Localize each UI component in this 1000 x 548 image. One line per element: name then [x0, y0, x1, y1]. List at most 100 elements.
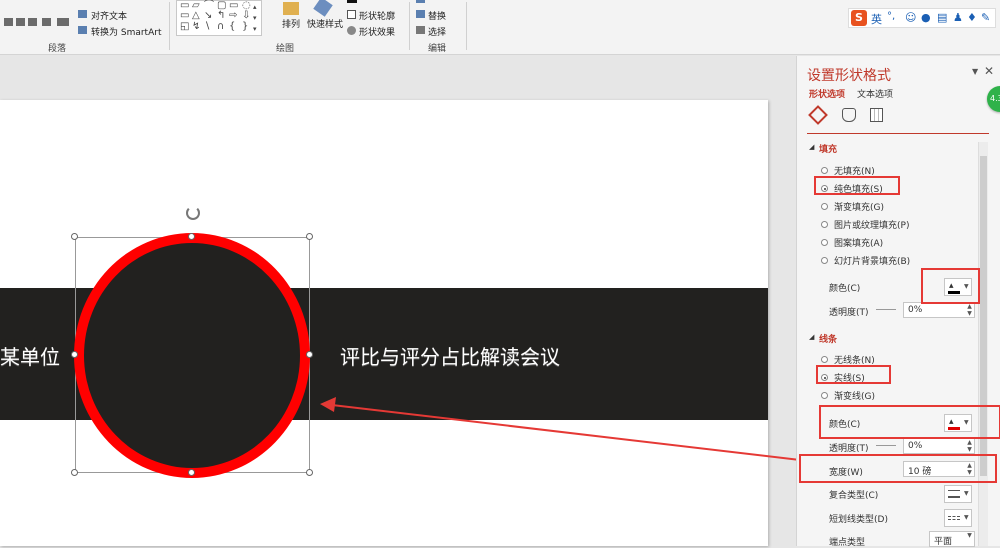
fill-transparency-slider[interactable] — [876, 309, 896, 310]
fill-line-icon[interactable] — [808, 105, 828, 125]
resize-handle-bottom-right[interactable] — [306, 469, 313, 476]
paragraph-group-label: 段落 — [48, 44, 67, 54]
close-icon[interactable]: ✕ — [984, 64, 994, 78]
skin-icon[interactable]: ♦ — [967, 11, 977, 24]
fill-radio-5[interactable] — [821, 257, 828, 264]
fill-option-pattern[interactable]: 图案填充(A) — [834, 236, 883, 249]
line-section-heading[interactable]: 线条 — [819, 332, 837, 345]
spinner-icon[interactable]: ▲ ▼ — [965, 303, 974, 317]
align-center-icon[interactable] — [16, 18, 25, 26]
rotate-handle-icon[interactable] — [186, 206, 200, 220]
pane-divider — [807, 133, 989, 134]
highlight-solid-fill — [814, 176, 900, 195]
highlight-fill-color — [921, 268, 980, 304]
resize-handle-top-left[interactable] — [71, 233, 78, 240]
tools-icon[interactable]: ✎ — [981, 11, 990, 24]
fill-option-picture[interactable]: 图片或纹理填充(P) — [834, 218, 909, 231]
pane-options-chevron-icon[interactable]: ▼ — [972, 67, 978, 76]
shape-effects-icon[interactable] — [347, 26, 356, 35]
ribbon: 对齐文本 转换为 SmartArt 段落 ▭ ▱ ⌒ ▢ ▭ ◌ ▭ △ ↘ ↰ ⇨ ⇩ ◱ ↯ ∖ ∩{… — [0, 0, 1000, 55]
fill-radio-4[interactable] — [821, 239, 828, 246]
circle-shape[interactable] — [74, 233, 310, 478]
convert-smartart-button[interactable]: 转换为 SmartArt — [91, 25, 161, 38]
quick-styles-button[interactable]: 快速样式 — [307, 17, 343, 30]
shapes-gallery[interactable]: ▭ ▱ ⌒ ▢ ▭ ◌ ▭ △ ↘ ↰ ⇨ ⇩ ◱ ↯ ∖ ∩{} ▴ ▾ ▾ — [176, 0, 262, 36]
editing-group-label: 编辑 — [428, 44, 447, 54]
pane-scrollbar[interactable] — [978, 142, 988, 546]
compound-type-label: 复合类型(C) — [829, 491, 879, 501]
line-transparency-input[interactable]: 0% ▲ ▼ — [903, 438, 975, 454]
line-radio-2[interactable] — [821, 392, 828, 399]
resize-handle-left[interactable] — [71, 351, 78, 358]
cap-type-dropdown[interactable]: 平面 ▼ — [929, 531, 975, 547]
dash-type-label: 短划线类型(D) — [829, 515, 888, 525]
ime-toolbar: S 英 °, ☺ ● ▤ ♟ ♦ ✎ — [848, 8, 996, 28]
line-radio-0[interactable] — [821, 356, 828, 363]
select-button[interactable]: 选择 — [428, 25, 446, 38]
smartart-icon[interactable] — [78, 26, 87, 34]
resize-handle-bottom-left[interactable] — [71, 469, 78, 476]
fill-radio-0[interactable] — [821, 167, 828, 174]
line-transparency-value: 0% — [908, 441, 923, 451]
resize-handle-top[interactable] — [188, 233, 195, 240]
dash-type-dropdown[interactable]: ▼ — [944, 509, 972, 527]
align-text-icon[interactable] — [78, 10, 87, 18]
compound-lines-icon — [948, 490, 960, 498]
select-icon[interactable] — [416, 26, 425, 34]
resize-handle-right[interactable] — [306, 351, 313, 358]
chevron-down-icon: ▼ — [964, 514, 969, 521]
shape-fill-icon[interactable] — [347, 0, 357, 3]
band-left-text[interactable]: 某单位 — [0, 341, 60, 370]
fill-collapse-icon[interactable]: ◢ — [809, 143, 814, 151]
fill-option-slide-bg[interactable]: 幻灯片背景填充(B) — [834, 254, 910, 267]
align-left-icon[interactable] — [4, 18, 13, 26]
band-right-text[interactable]: 评比与评分占比解读会议 — [340, 341, 560, 370]
fill-option-gradient[interactable]: 渐变填充(G) — [834, 200, 884, 213]
chevron-down-icon: ▼ — [964, 490, 969, 497]
replace-icon[interactable] — [416, 10, 425, 18]
fill-radio-2[interactable] — [821, 203, 828, 210]
drawing-group-label: 绘图 — [276, 44, 295, 54]
microphone-icon[interactable]: ● — [921, 11, 931, 24]
align-right-icon[interactable] — [28, 18, 37, 26]
ime-mode-toggle[interactable]: 英 — [871, 11, 882, 27]
size-properties-icon[interactable] — [870, 108, 883, 122]
line-collapse-icon[interactable]: ◢ — [809, 333, 814, 341]
fill-section-heading[interactable]: 填充 — [819, 142, 837, 155]
find-icon[interactable] — [416, 0, 425, 3]
quick-styles-icon[interactable] — [313, 0, 333, 17]
align-text-button[interactable]: 对齐文本 — [91, 9, 127, 22]
line-transparency-label: 透明度(T) — [829, 444, 869, 454]
fill-transparency-label: 透明度(T) — [829, 308, 869, 318]
group-divider — [466, 2, 467, 50]
shape-outline-icon[interactable] — [347, 10, 356, 19]
line-option-gradient[interactable]: 渐变线(G) — [834, 389, 875, 402]
user-icon[interactable]: ♟ — [953, 11, 963, 24]
tab-shape-options[interactable]: 形状选项 — [809, 87, 845, 100]
slide[interactable]: 某单位 评比与评分占比解读会议 — [0, 100, 768, 546]
line-transparency-slider[interactable] — [876, 445, 896, 446]
format-shape-pane: 设置形状格式 ▼ ✕ 形状选项 文本选项 ◢ 填充 无填充(N) 纯色填充(S)… — [796, 56, 1000, 548]
shape-effects-button[interactable]: 形状效果 — [359, 25, 395, 38]
tab-text-options[interactable]: 文本选项 — [857, 87, 893, 100]
resize-handle-bottom[interactable] — [188, 469, 195, 476]
badge-value: 4.3 — [990, 94, 1000, 103]
justify-icon[interactable] — [42, 18, 51, 26]
fill-transparency-input[interactable]: 0% ▲ ▼ — [903, 302, 975, 318]
columns-icon[interactable] — [57, 18, 69, 26]
spinner-icon[interactable]: ▲ ▼ — [965, 439, 974, 453]
group-divider — [409, 2, 410, 50]
arrange-icon[interactable] — [283, 2, 299, 15]
emoji-icon[interactable]: ☺ — [905, 11, 916, 24]
arrange-button[interactable]: 排列 — [282, 17, 300, 30]
keyboard-icon[interactable]: ▤ — [937, 11, 947, 24]
fill-radio-3[interactable] — [821, 221, 828, 228]
punctuation-toggle[interactable]: °, — [887, 11, 895, 22]
compound-type-dropdown[interactable]: ▼ — [944, 485, 972, 503]
shape-outline-button[interactable]: 形状轮廓 — [359, 9, 395, 22]
sogou-logo: S — [851, 10, 867, 26]
effects-icon[interactable] — [842, 108, 856, 122]
fill-color-label: 颜色(C) — [829, 284, 861, 294]
resize-handle-top-right[interactable] — [306, 233, 313, 240]
replace-button[interactable]: 替换 — [428, 9, 446, 22]
